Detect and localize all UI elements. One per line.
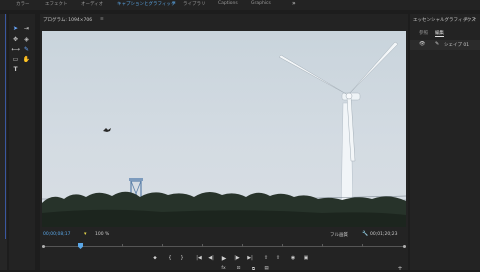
panel-overflow-icon[interactable]: »: [473, 16, 476, 22]
workspace-tab-graphics[interactable]: Graphics: [251, 1, 271, 6]
workspace-tab-audio[interactable]: オーディオ: [81, 1, 103, 7]
layer-row[interactable]: 👁 ✎ シェイプ 01: [410, 40, 480, 50]
track-select-tool[interactable]: ⇥: [22, 24, 31, 32]
ruler-tick: [122, 244, 123, 247]
workspace-tab-effects[interactable]: エフェクト: [45, 1, 68, 7]
tab-edit[interactable]: 編集: [435, 30, 444, 37]
workspace-bar: カラー エフェクト オーディオ キャプションとグラフィック ≡ ライブラリ Ca…: [0, 0, 480, 10]
eye-icon[interactable]: 👁: [419, 41, 425, 47]
fx-toggle[interactable]: fx: [220, 265, 227, 272]
go-to-out-button[interactable]: ▶|: [246, 254, 254, 262]
export-frame-button[interactable]: ◉: [289, 254, 297, 262]
play-button[interactable]: ▶: [220, 254, 228, 262]
safe-margins-button[interactable]: ⊡: [235, 265, 242, 272]
lift-button[interactable]: ⇧: [262, 254, 270, 262]
comparison-view-button[interactable]: ▣: [302, 254, 310, 262]
monitor-title: プログラム: 1094×706: [43, 18, 93, 23]
vr-video-button[interactable]: ▤: [263, 265, 270, 272]
settings-wrench-icon[interactable]: 🔧: [362, 231, 368, 237]
turbine-blade: [278, 54, 349, 96]
type-tool[interactable]: T: [11, 65, 20, 73]
mark-in-button[interactable]: {: [166, 254, 174, 262]
pen-tool[interactable]: ✎: [22, 45, 31, 53]
current-timecode[interactable]: 00;00;08;17: [43, 232, 70, 237]
workspace-overflow-icon[interactable]: »: [292, 0, 296, 7]
tools-panel: ➤ ⇥ ✥ ◈ ⟷ ✎ ▭ ✋ T: [9, 14, 35, 270]
transport-controls: ⬥ { } |◀ ◀| ▶ |▶ ▶| ⇧ ⇪ ◉ ▣ + fx ⊡ ⧉ ▤: [40, 254, 408, 272]
turbine-blade: [348, 41, 399, 95]
bird-shape: [103, 128, 111, 132]
add-marker-button[interactable]: ⬥: [151, 254, 159, 262]
playhead[interactable]: [78, 243, 83, 249]
ruler-tick: [242, 244, 243, 247]
left-panel-edge: [0, 14, 7, 270]
video-scene: [42, 41, 406, 227]
slip-tool[interactable]: ⟷: [11, 45, 20, 53]
layer-name: シェイプ 01: [444, 43, 470, 48]
time-ruler[interactable]: [42, 242, 406, 250]
video-frame[interactable]: [42, 31, 406, 227]
ruler-tick: [362, 244, 363, 247]
program-monitor: プログラム: 1094×706 ≡ 00;00;08;17 ▾ 100 % フル…: [40, 14, 408, 272]
multi-camera-button[interactable]: ⧉: [250, 265, 257, 272]
mark-out-button[interactable]: }: [178, 254, 186, 262]
workspace-tab-captions[interactable]: Captions: [218, 1, 238, 6]
workspace-tab-color[interactable]: カラー: [16, 1, 30, 7]
shape-pen-icon: ✎: [435, 41, 440, 47]
panel-focus-line: [5, 14, 6, 239]
selection-tool[interactable]: ➤: [11, 24, 20, 32]
ruler-start-handle[interactable]: [42, 245, 45, 248]
step-back-button[interactable]: ◀|: [207, 254, 215, 262]
tab-browse[interactable]: 参照: [419, 30, 428, 36]
ruler-tick: [282, 244, 283, 247]
zoom-level-select[interactable]: 100 %: [95, 232, 109, 237]
ruler-line: [42, 246, 406, 247]
razor-tool[interactable]: ◈: [22, 35, 31, 43]
monitor-menu-icon[interactable]: ≡: [100, 17, 104, 22]
ripple-edit-tool[interactable]: ✥: [11, 35, 20, 43]
rectangle-tool[interactable]: ▭: [11, 55, 20, 63]
panel-menu-icon[interactable]: ≡: [464, 17, 468, 22]
ruler-tick: [202, 244, 203, 247]
button-editor-add[interactable]: +: [396, 264, 404, 272]
marker-icon[interactable]: ▾: [84, 231, 87, 237]
go-to-in-button[interactable]: |◀: [195, 254, 203, 262]
workspace-menu-icon[interactable]: ≡: [172, 1, 176, 6]
duration-timecode: 00;01;20;23: [370, 232, 398, 237]
step-forward-button[interactable]: |▶: [233, 254, 241, 262]
ruler-end-handle[interactable]: [403, 245, 406, 248]
turbine-hub: [345, 92, 353, 100]
ruler-tick: [322, 244, 323, 247]
ruler-tick: [162, 244, 163, 247]
hand-tool[interactable]: ✋: [22, 55, 31, 63]
essential-graphics-panel: エッセンシャルグラフィックス ≡ » 参照 編集 👁 ✎ シェイプ 01: [410, 14, 480, 270]
extract-button[interactable]: ⇪: [274, 254, 282, 262]
playback-resolution-select[interactable]: フル画質: [330, 232, 348, 238]
workspace-tab-captions-graphics[interactable]: キャプションとグラフィック: [117, 1, 175, 7]
workspace-tab-libraries[interactable]: ライブラリ: [183, 1, 206, 7]
